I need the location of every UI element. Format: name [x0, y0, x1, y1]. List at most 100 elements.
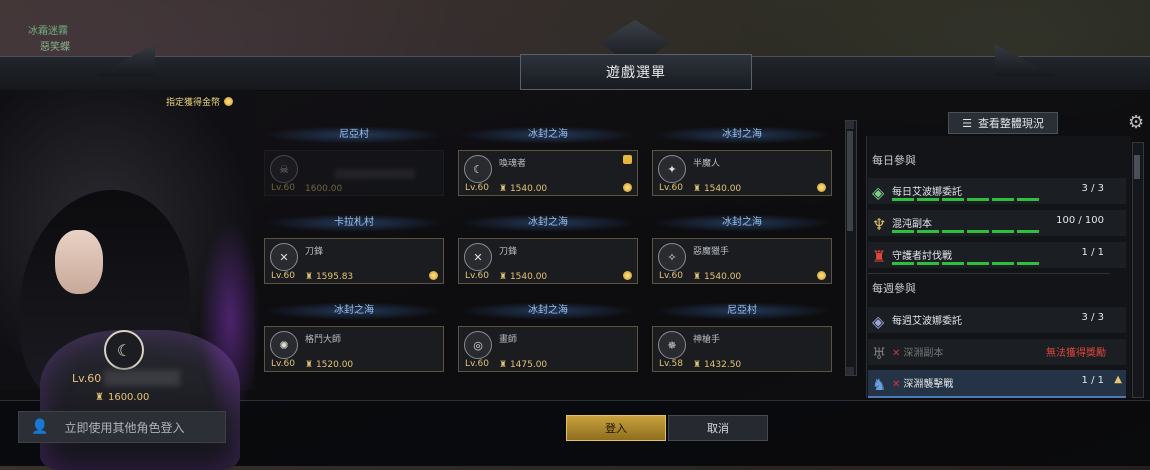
- character-level: Lv.60: [465, 359, 489, 369]
- weekly-row[interactable]: ◈ 每週艾波娜委託 3 / 3: [868, 307, 1126, 333]
- weekly-row-warning: 無法獲得獎勵: [1046, 348, 1106, 359]
- character-card[interactable]: ☾ 喚魂者 Lv.60 ♜ 1540.00: [458, 150, 638, 196]
- character-item-level: ♜ 1432.50: [693, 360, 742, 370]
- character-face: [55, 230, 103, 294]
- activity-scrollbar[interactable]: [1132, 142, 1144, 398]
- character-card[interactable]: ✕ 刀鋒 Lv.60 ♜ 1595.83: [264, 238, 444, 284]
- character-level: Lv.60: [271, 271, 295, 281]
- scroll-up-arrow[interactable]: [846, 121, 854, 129]
- character-item-level: ♜ 1595.83: [305, 272, 354, 282]
- unavailable-icon: ✕: [892, 348, 901, 359]
- weekly-row-label: 每週艾波娜委託: [892, 316, 962, 327]
- scroll-thumb[interactable]: [1134, 155, 1140, 179]
- chaos-dungeon-icon: ♆: [872, 215, 887, 234]
- region-label: 冰封之海: [458, 302, 638, 320]
- character-item-level: 1600.00: [305, 184, 343, 194]
- scroll-down-arrow[interactable]: [846, 367, 854, 375]
- epona-icon: ◈: [872, 183, 885, 202]
- character-level: Lv.58: [659, 359, 683, 369]
- character-card[interactable]: ☠ Lv.60 1600.00: [264, 150, 444, 196]
- hud-label-1: 冰霜迷霧: [28, 26, 68, 37]
- character-level: Lv.60: [659, 183, 683, 193]
- region-label: 冰封之海: [458, 126, 638, 144]
- selected-name-blurred: [104, 370, 180, 386]
- weekly-section-title: 每週參與: [872, 282, 916, 295]
- character-card[interactable]: ✵ 神槍手 Lv.58 ♜ 1432.50: [652, 326, 832, 372]
- character-class: 半魔人: [693, 159, 721, 169]
- chevron-up-icon[interactable]: ▲: [1114, 374, 1122, 385]
- class-icon: ✕: [464, 243, 492, 271]
- region-label: 尼亞村: [652, 302, 832, 320]
- character-card[interactable]: ◎ 畫師 Lv.60 ♜ 1475.00: [458, 326, 638, 372]
- item-level-icon: ♜: [95, 392, 104, 403]
- person-icon: 👤: [31, 419, 49, 435]
- window-title: 遊戲選單: [520, 54, 752, 90]
- character-item-level: ♜ 1475.00: [499, 360, 548, 370]
- class-icon: ✕: [270, 243, 298, 271]
- daily-row-value: 1 / 1: [1081, 247, 1104, 258]
- weekly-row-value: 1 / 1: [1081, 375, 1104, 386]
- guardian-raid-icon: ♜: [872, 247, 887, 266]
- region-label: 冰封之海: [458, 214, 638, 232]
- character-level: Lv.60: [271, 359, 295, 369]
- character-card[interactable]: ✕ 刀鋒 Lv.60 ♜ 1540.00: [458, 238, 638, 284]
- daily-section-title: 每日參與: [872, 154, 916, 167]
- class-icon: ☾: [464, 155, 492, 183]
- scroll-thumb[interactable]: [847, 131, 853, 231]
- selected-level: Lv.60: [72, 372, 102, 385]
- progress-bar: [892, 262, 1039, 265]
- daily-row[interactable]: ♜ 守護者討伐戰 1 / 1: [868, 242, 1126, 268]
- class-icon: ✺: [270, 331, 298, 359]
- character-name-blurred: [335, 169, 415, 179]
- gold-hint: 指定獲得金幣: [166, 95, 234, 108]
- epona-weekly-icon: ◈: [872, 312, 885, 331]
- progress-bar: [892, 230, 1039, 233]
- character-item-level: ♜ 1540.00: [693, 272, 742, 282]
- character-class: 神槍手: [693, 335, 721, 345]
- daily-row-value: 100 / 100: [1056, 215, 1104, 226]
- overview-button-label: 查看整體現況: [977, 117, 1044, 130]
- coin-icon: [817, 271, 826, 280]
- class-icon: ✧: [658, 243, 686, 271]
- section-divider: [868, 273, 1110, 274]
- abyss-raid-icon: ♞: [872, 375, 887, 394]
- hud-label-2: 惡笑蝶: [40, 42, 70, 53]
- character-class: 畫師: [499, 335, 518, 345]
- class-icon: ✦: [658, 155, 686, 183]
- character-item-level: ♜ 1520.00: [305, 360, 354, 370]
- weekly-row-label: ✕ 深淵襲擊戰: [892, 379, 954, 390]
- character-card[interactable]: ✦ 半魔人 Lv.60 ♜ 1540.00: [652, 150, 832, 196]
- character-class: 喚魂者: [499, 159, 527, 169]
- weekly-row[interactable]: ♅ ✕ 深淵副本 無法獲得獎勵: [868, 339, 1126, 365]
- daily-row[interactable]: ◈ 每日艾波娜委託 3 / 3: [868, 178, 1126, 204]
- selected-item-level-value: 1600.00: [107, 392, 150, 403]
- daily-row[interactable]: ♆ 混沌副本 100 / 100: [868, 210, 1126, 236]
- unavailable-icon: ✕: [892, 379, 901, 390]
- daily-row-label: 每日艾波娜委託: [892, 187, 962, 198]
- selected-item-level: ♜ 1600.00: [95, 392, 149, 403]
- character-card[interactable]: ✺ 格鬥大師 Lv.60 ♜ 1520.00: [264, 326, 444, 372]
- daily-row-label: 守護者討伐戰: [892, 251, 952, 262]
- region-label: 卡拉札村: [264, 214, 444, 232]
- character-level: Lv.60: [271, 183, 295, 193]
- region-label: 冰封之海: [264, 302, 444, 320]
- region-label: 冰封之海: [652, 126, 832, 144]
- login-button[interactable]: 登入: [566, 415, 666, 441]
- cancel-button[interactable]: 取消: [668, 415, 768, 441]
- gear-icon[interactable]: ⚙: [1128, 112, 1144, 133]
- character-class: 刀鋒: [499, 247, 518, 257]
- overview-button[interactable]: ☰ 查看整體現況: [948, 112, 1058, 134]
- character-card[interactable]: ✧ 惡魔獵手 Lv.60 ♜ 1540.00: [652, 238, 832, 284]
- coin-icon: [623, 183, 632, 192]
- daily-row-label: 混沌副本: [892, 219, 932, 230]
- character-level: Lv.60: [659, 271, 683, 281]
- character-item-level: ♜ 1540.00: [499, 272, 548, 282]
- character-list-scrollbar[interactable]: [845, 120, 857, 376]
- coin-icon: [623, 271, 632, 280]
- coin-icon: [429, 271, 438, 280]
- weekly-row-label: ✕ 深淵副本: [892, 348, 944, 359]
- character-class: 惡魔獵手: [693, 247, 730, 257]
- other-character-login-button[interactable]: 👤 立即使用其他角色登入: [18, 411, 226, 443]
- weekly-row[interactable]: ♞ ✕ 深淵襲擊戰 1 / 1 ▲: [868, 370, 1126, 398]
- list-icon: ☰: [962, 116, 972, 130]
